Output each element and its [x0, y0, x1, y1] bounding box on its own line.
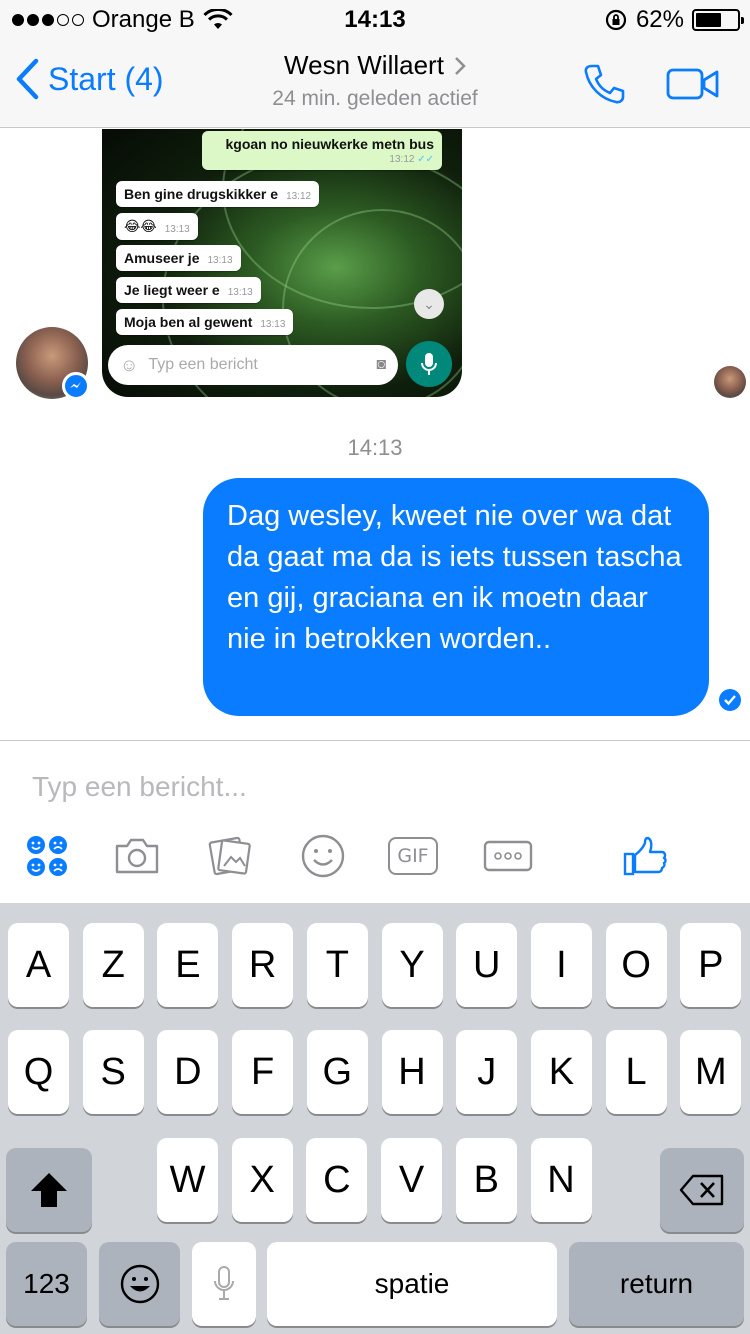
key-n[interactable]: N	[530, 1138, 592, 1222]
message-input[interactable]: Typ een bericht...	[32, 771, 247, 803]
delete-icon	[679, 1174, 724, 1206]
key-g[interactable]: G	[306, 1030, 368, 1114]
microphone-icon	[214, 1266, 234, 1300]
key-x[interactable]: X	[231, 1138, 293, 1222]
gallery-icon[interactable]	[206, 831, 256, 881]
conversation-header: Start (4) Wesn Willaert 24 min. geleden …	[0, 40, 750, 128]
keyboard: AZERTYUIOP QSDFGHJKLM WXCVBN 123 spatie …	[0, 903, 750, 1334]
key-i[interactable]: I	[530, 923, 592, 1007]
thumbs-up-icon[interactable]	[620, 831, 670, 881]
shift-key[interactable]	[6, 1148, 92, 1232]
rotation-lock-icon	[605, 9, 627, 31]
battery-percentage: 62%	[635, 6, 684, 33]
key-a[interactable]: A	[8, 923, 69, 1007]
screenshot-message: Je liegt weer e 13:13	[116, 277, 261, 303]
key-z[interactable]: Z	[82, 923, 144, 1007]
key-e[interactable]: E	[157, 923, 219, 1007]
key-y[interactable]: Y	[381, 923, 443, 1007]
smiley-icon[interactable]	[298, 831, 348, 881]
shared-screenshot-image[interactable]: kgoan no nieuwkerke metn bus 13:12 ✓✓ Be…	[102, 129, 462, 397]
screenshot-message: kgoan no nieuwkerke metn bus 13:12 ✓✓	[202, 131, 442, 170]
key-m[interactable]: M	[680, 1030, 742, 1114]
message-list[interactable]: kgoan no nieuwkerke metn bus 13:12 ✓✓ Be…	[0, 129, 750, 739]
battery-icon	[692, 9, 744, 31]
status-bar: Orange B 14:13 62%	[0, 0, 750, 40]
backspace-key[interactable]	[660, 1148, 744, 1232]
contact-name: Wesn Willaert	[284, 50, 444, 80]
screenshot-message: 😂😂 13:13	[116, 213, 198, 240]
phone-icon[interactable]	[582, 62, 626, 106]
composer: Typ een bericht... GIF	[0, 740, 750, 903]
emoji-grid-icon[interactable]	[22, 831, 72, 881]
shift-arrow-icon	[31, 1173, 67, 1207]
key-b[interactable]: B	[455, 1138, 517, 1222]
timestamp-separator: 14:13	[347, 435, 403, 460]
return-key[interactable]: return	[569, 1242, 744, 1326]
space-key[interactable]: spatie	[267, 1242, 557, 1326]
gif-icon[interactable]: GIF	[388, 831, 438, 881]
more-icon[interactable]	[482, 831, 534, 881]
outgoing-message-bubble[interactable]: Dag wesley, kweet nie over wa dat da gaa…	[203, 478, 709, 716]
key-v[interactable]: V	[381, 1138, 443, 1222]
numbers-key[interactable]: 123	[6, 1242, 87, 1326]
screenshot-message: Ben gine drugskikker e 13:12	[116, 181, 320, 207]
key-l[interactable]: L	[605, 1030, 667, 1114]
read-receipt-avatar	[714, 366, 746, 398]
microphone-icon	[406, 341, 452, 387]
key-h[interactable]: H	[381, 1030, 443, 1114]
key-u[interactable]: U	[456, 923, 518, 1007]
key-k[interactable]: K	[530, 1030, 592, 1114]
camera-icon[interactable]	[112, 831, 162, 881]
key-q[interactable]: Q	[8, 1030, 69, 1114]
messenger-badge-icon	[62, 372, 90, 400]
key-d[interactable]: D	[157, 1030, 219, 1114]
delivered-check-icon	[719, 689, 741, 711]
screenshot-input-field: ☺ Typ een bericht ◙	[108, 345, 398, 385]
chevron-right-icon	[455, 56, 466, 75]
camera-icon: ◙	[376, 356, 386, 373]
smiley-icon: ☺	[120, 354, 139, 375]
dictation-key[interactable]	[192, 1242, 256, 1326]
screenshot-message: Amuseer je 13:13	[116, 245, 241, 271]
key-t[interactable]: T	[306, 923, 368, 1007]
key-r[interactable]: R	[232, 923, 294, 1007]
emoji-key[interactable]	[99, 1242, 180, 1326]
key-o[interactable]: O	[605, 923, 667, 1007]
key-c[interactable]: C	[306, 1138, 368, 1222]
scroll-down-icon: ⌄	[414, 289, 444, 319]
key-j[interactable]: J	[456, 1030, 518, 1114]
screenshot-message: Moja ben al gewent 13:13	[116, 309, 294, 335]
key-f[interactable]: F	[232, 1030, 294, 1114]
video-camera-icon[interactable]	[666, 67, 720, 101]
key-w[interactable]: W	[157, 1138, 218, 1222]
key-s[interactable]: S	[82, 1030, 144, 1114]
key-p[interactable]: P	[680, 923, 742, 1007]
emoji-icon	[120, 1264, 159, 1304]
